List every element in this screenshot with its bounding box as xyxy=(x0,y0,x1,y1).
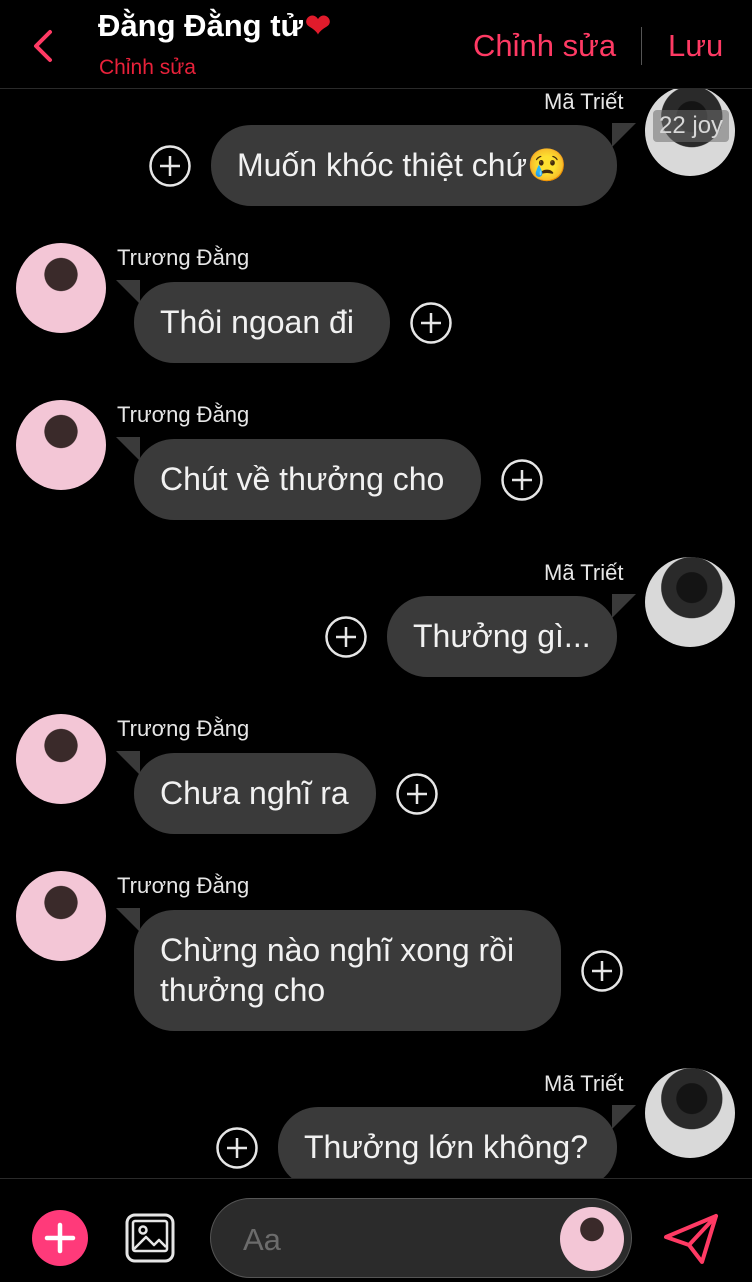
chat-header: Đằng Đằng tử❤ Chỉnh sửa Chỉnh sửa Lưu xyxy=(0,0,752,89)
message-line: Chừng nào nghĩ xong rồi xyxy=(160,932,515,968)
sender-name: Trương Đằng xyxy=(117,716,250,741)
add-reaction-icon[interactable] xyxy=(325,616,367,658)
bubble-tail xyxy=(116,437,140,461)
send-icon[interactable] xyxy=(662,1212,720,1266)
sender-name: Trương Đằng xyxy=(117,402,250,427)
image-icon[interactable] xyxy=(124,1212,176,1264)
add-reaction-icon[interactable] xyxy=(216,1127,258,1169)
heart-emoji: ❤ xyxy=(305,8,331,43)
message-bubble[interactable]: Chút về thưởng cho xyxy=(134,439,481,520)
sender-name: Mã Triết xyxy=(544,1071,624,1096)
edit-button[interactable]: Chỉnh sửa xyxy=(473,28,616,64)
add-reaction-icon[interactable] xyxy=(501,459,543,501)
message-bubble[interactable]: Thưởng lớn không? xyxy=(278,1107,617,1188)
save-button[interactable]: Lưu xyxy=(668,28,723,64)
add-reaction-icon[interactable] xyxy=(149,145,191,187)
sender-name: Mã Triết xyxy=(544,560,624,585)
sender-name: Mã Triết xyxy=(544,89,624,114)
avatar[interactable] xyxy=(16,400,106,490)
avatar[interactable] xyxy=(560,1207,624,1271)
back-chevron-icon[interactable] xyxy=(30,28,60,64)
chat-subtitle[interactable]: Chỉnh sửa xyxy=(99,56,196,80)
bubble-tail xyxy=(612,123,636,147)
sender-name: Trương Đằng xyxy=(117,245,250,270)
bubble-tail xyxy=(116,751,140,775)
avatar[interactable] xyxy=(16,243,106,333)
message-bubble[interactable]: Chưa nghĩ ra xyxy=(134,753,376,834)
add-reaction-icon[interactable] xyxy=(410,302,452,344)
bubble-tail xyxy=(612,1105,636,1129)
bubble-tail xyxy=(116,280,140,304)
add-reaction-icon[interactable] xyxy=(396,773,438,815)
avatar[interactable] xyxy=(645,1068,735,1158)
avatar[interactable] xyxy=(16,871,106,961)
bubble-tail xyxy=(116,908,140,932)
avatar[interactable] xyxy=(16,714,106,804)
message-line: thưởng cho xyxy=(160,972,326,1008)
watermark: 22 joy xyxy=(653,110,730,142)
bubble-tail xyxy=(612,594,636,618)
sender-name: Trương Đằng xyxy=(117,873,250,898)
add-reaction-icon[interactable] xyxy=(581,950,623,992)
add-button[interactable] xyxy=(32,1210,88,1266)
message-input[interactable] xyxy=(241,1217,545,1263)
avatar[interactable] xyxy=(645,557,735,647)
message-bubble[interactable]: Thưởng gì... xyxy=(387,596,617,677)
chat-title: Đằng Đằng tử❤ xyxy=(98,8,331,43)
plus-icon xyxy=(44,1222,76,1254)
message-bubble[interactable]: Chừng nào nghĩ xong rồi thưởng cho xyxy=(134,910,561,1031)
message-bubble[interactable]: Thôi ngoan đi xyxy=(134,282,390,363)
message-bubble[interactable]: Muốn khóc thiệt chứ😢 xyxy=(211,125,617,206)
header-divider xyxy=(641,27,642,65)
